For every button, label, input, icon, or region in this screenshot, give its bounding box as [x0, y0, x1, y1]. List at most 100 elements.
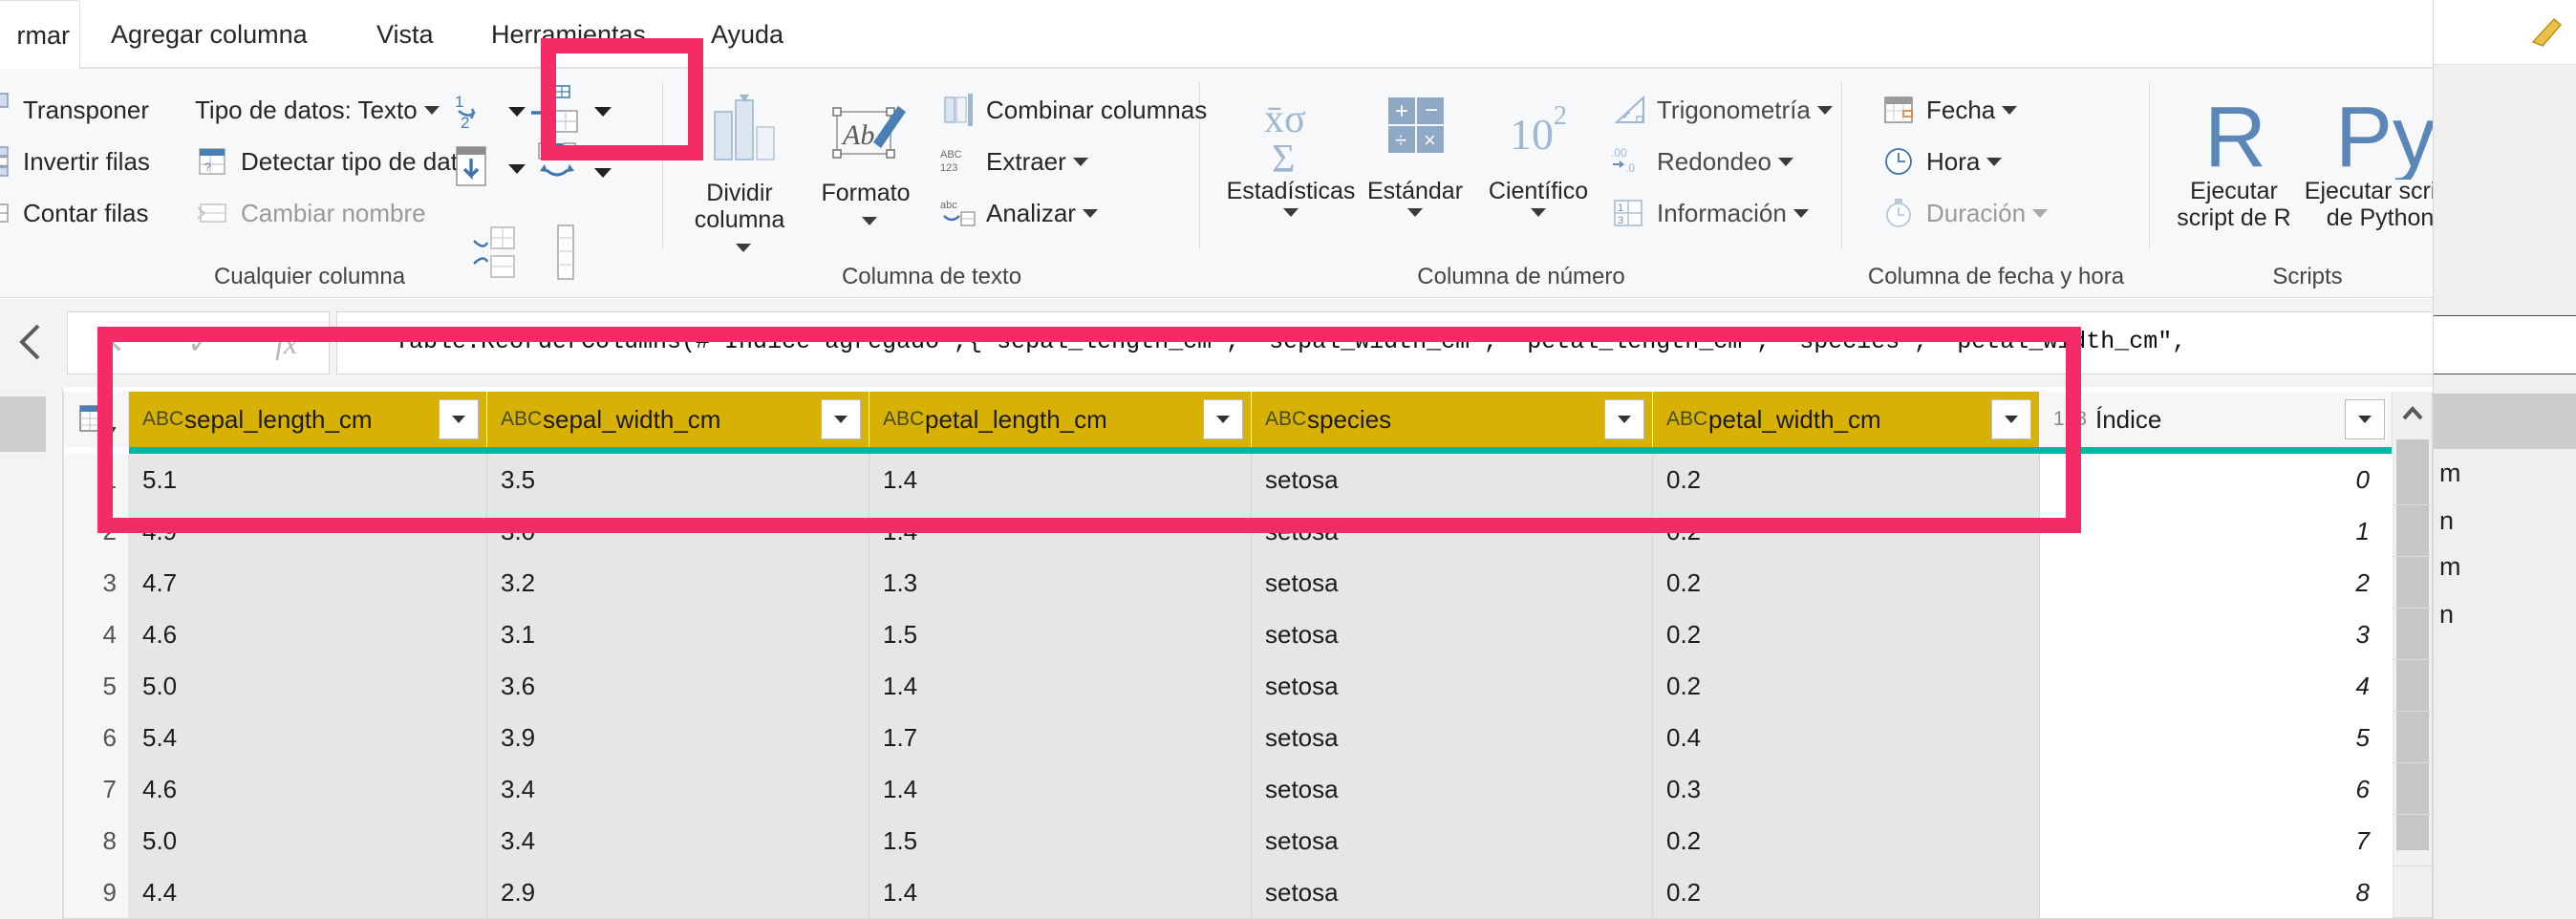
standard-button[interactable]: + − ÷ × Estándar [1353, 90, 1477, 217]
table-cell-sepal_length_cm[interactable]: 4.9 [129, 505, 487, 557]
chevron-down-icon[interactable] [1283, 208, 1299, 217]
count-rows-button[interactable]: Contar filas [0, 189, 149, 237]
rounding-button[interactable]: .00 .0 Redondeo [1611, 138, 1793, 185]
trigonometry-button[interactable]: Trigonometría [1611, 86, 1833, 134]
table-cell-sepal_length_cm[interactable]: 5.0 [129, 660, 487, 712]
format-text-button[interactable]: Ab Formato [806, 92, 925, 233]
fill-button[interactable] [453, 143, 503, 195]
scientific-button[interactable]: 10 2 Científico [1471, 90, 1605, 217]
chevron-down-icon[interactable] [1072, 157, 1088, 166]
table-row[interactable]: 6 5.4 3.9 1.7 setosa 0.4 5 [64, 712, 2432, 763]
detect-data-type-button[interactable]: ? Detectar tipo de datos [195, 138, 483, 185]
tab-herramientas[interactable]: Herramientas [487, 0, 650, 69]
table-cell-sepal_width_cm[interactable]: 3.5 [487, 454, 869, 505]
table-cell-Índice[interactable]: 0 [2040, 454, 2394, 505]
table-row[interactable]: 2 4.9 3.0 1.4 setosa 0.2 1 [64, 505, 2432, 557]
column-filter-dropdown[interactable] [1203, 399, 1243, 439]
chevron-down-icon[interactable] [1531, 208, 1546, 217]
chevron-down-icon[interactable] [594, 168, 612, 178]
table-cell-species[interactable]: setosa [1252, 454, 1653, 505]
table-cell-petal_width_cm[interactable]: 0.2 [1653, 866, 2040, 918]
panel-selected-step[interactable] [2434, 394, 2576, 449]
table-cell-petal_width_cm[interactable]: 0.2 [1653, 454, 2040, 505]
table-cell-petal_length_cm[interactable]: 1.5 [869, 609, 1252, 660]
run-r-script-button[interactable]: R Ejecutar script de R [2167, 90, 2301, 231]
chevron-left-icon[interactable] [13, 320, 52, 364]
column-filter-dropdown[interactable] [1991, 399, 2031, 439]
table-cell-Índice[interactable]: 2 [2040, 557, 2394, 609]
select-all-table-icon[interactable] [64, 392, 129, 447]
table-cell-petal_width_cm[interactable]: 0.3 [1653, 763, 2040, 815]
table-cell-Índice[interactable]: 1 [2040, 505, 2394, 557]
replace-values-button[interactable]: 1 2 [453, 88, 503, 136]
table-cell-sepal_width_cm[interactable]: 3.6 [487, 660, 869, 712]
column-filter-dropdown[interactable] [821, 399, 861, 439]
chevron-down-icon[interactable] [594, 107, 612, 117]
table-cell-petal_width_cm[interactable]: 0.2 [1653, 660, 2040, 712]
formula-input[interactable]: Table.ReorderColumns(#"Índice agregado",… [336, 311, 2479, 374]
tab-transformar[interactable]: rmar [0, 0, 80, 69]
table-cell-petal_width_cm[interactable]: 0.2 [1653, 609, 2040, 660]
table-cell-petal_length_cm[interactable]: 1.7 [869, 712, 1252, 763]
panel-step-item[interactable]: n [2439, 600, 2454, 630]
table-cell-petal_width_cm[interactable]: 0.2 [1653, 815, 2040, 866]
table-cell-sepal_width_cm[interactable]: 3.0 [487, 505, 869, 557]
table-row[interactable]: 5 5.0 3.6 1.4 setosa 0.2 4 [64, 660, 2432, 712]
pencil-icon[interactable] [2529, 13, 2567, 56]
chevron-down-icon[interactable] [1816, 105, 1833, 115]
chevron-down-icon[interactable] [508, 107, 526, 117]
column-filter-dropdown[interactable] [1604, 399, 1644, 439]
panel-step-item[interactable]: n [2439, 506, 2454, 536]
date-button[interactable]: Fecha [1880, 86, 2018, 134]
transpose-button[interactable]: Transponer [0, 86, 149, 134]
table-cell-petal_length_cm[interactable]: 1.4 [869, 505, 1252, 557]
table-row[interactable]: 9 4.4 2.9 1.4 setosa 0.2 8 [64, 866, 2432, 918]
chevron-down-icon[interactable] [735, 243, 751, 252]
column-filter-dropdown[interactable] [2345, 399, 2385, 439]
table-row[interactable]: 8 5.0 3.4 1.5 setosa 0.2 7 [64, 815, 2432, 866]
table-cell-petal_width_cm[interactable]: 0.2 [1653, 557, 2040, 609]
merge-columns-button[interactable]: Combinar columnas [940, 86, 1207, 134]
table-cell-petal_length_cm[interactable]: 1.5 [869, 815, 1252, 866]
chevron-up-icon[interactable] [2393, 392, 2432, 436]
panel-input[interactable] [2434, 315, 2576, 374]
column-header-petal_width_cm[interactable]: ABC petal_width_cm [1653, 392, 2040, 447]
chevron-down-icon[interactable] [1792, 208, 1809, 218]
table-cell-sepal_length_cm[interactable]: 4.6 [129, 763, 487, 815]
table-row[interactable]: 3 4.7 3.2 1.3 setosa 0.2 2 [64, 557, 2432, 609]
table-cell-sepal_width_cm[interactable]: 3.2 [487, 557, 869, 609]
table-cell-sepal_width_cm[interactable]: 3.9 [487, 712, 869, 763]
statistics-button[interactable]: x̄σ Σ Estadísticas [1219, 90, 1363, 217]
column-header-species[interactable]: ABC species [1252, 392, 1653, 447]
table-cell-species[interactable]: setosa [1252, 815, 1653, 866]
tab-ayuda[interactable]: Ayuda [707, 0, 787, 69]
table-cell-petal_length_cm[interactable]: 1.4 [869, 454, 1252, 505]
information-button[interactable]: 1 3 Información [1611, 189, 1809, 237]
column-header-sepal_length_cm[interactable]: ABC sepal_length_cm [129, 392, 487, 447]
table-cell-species[interactable]: setosa [1252, 660, 1653, 712]
table-cell-sepal_length_cm[interactable]: 5.1 [129, 454, 487, 505]
panel-step-item[interactable]: m [2439, 552, 2461, 582]
table-row[interactable]: 1 5.1 3.5 1.4 setosa 0.2 0 [64, 454, 2432, 505]
chevron-down-icon[interactable] [1778, 157, 1793, 166]
table-cell-sepal_width_cm[interactable]: 2.9 [487, 866, 869, 918]
table-cell-species[interactable]: setosa [1252, 712, 1653, 763]
chevron-down-icon[interactable] [2002, 105, 2018, 115]
table-cell-sepal_width_cm[interactable]: 3.4 [487, 763, 869, 815]
table-cell-sepal_length_cm[interactable]: 5.4 [129, 712, 487, 763]
panel-step-item[interactable]: m [2439, 459, 2461, 488]
table-cell-sepal_length_cm[interactable]: 4.4 [129, 866, 487, 918]
checkmark-icon[interactable]: ✓ [187, 325, 213, 361]
table-cell-Índice[interactable]: 5 [2040, 712, 2394, 763]
table-cell-Índice[interactable]: 4 [2040, 660, 2394, 712]
tab-agregar-columna[interactable]: Agregar columna [107, 0, 311, 69]
tab-vista[interactable]: Vista [373, 0, 438, 69]
chevron-down-icon[interactable] [861, 216, 877, 225]
table-cell-species[interactable]: setosa [1252, 505, 1653, 557]
pivot-column-button[interactable] [529, 84, 585, 138]
extract-button[interactable]: ABC 123 Extraer [940, 138, 1088, 185]
table-cell-sepal_length_cm[interactable]: 5.0 [129, 815, 487, 866]
table-cell-petal_length_cm[interactable]: 1.3 [869, 557, 1252, 609]
chevron-down-icon[interactable] [508, 164, 526, 174]
time-button[interactable]: Hora [1880, 138, 2003, 185]
